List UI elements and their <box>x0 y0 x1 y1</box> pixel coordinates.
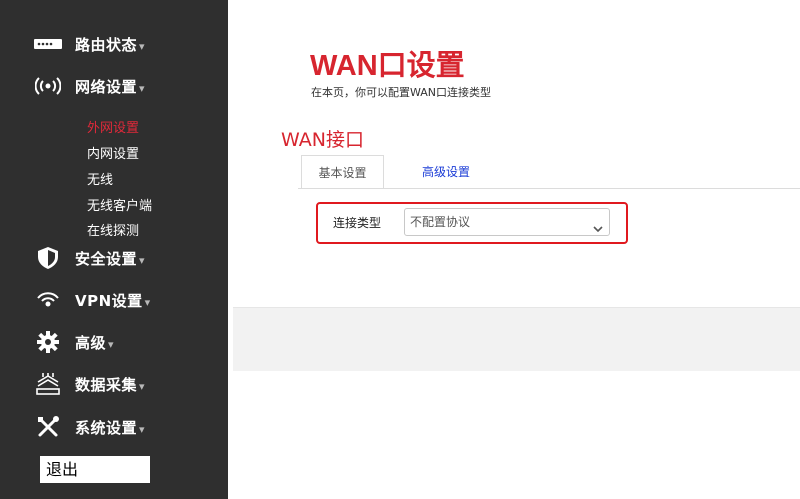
menu-network-settings[interactable]: 网络设置 ▾ <box>0 69 228 103</box>
section-title: WAN接口 <box>281 129 364 151</box>
menu-vpn-settings[interactable]: VPN设置 ▾ <box>0 283 228 317</box>
shield-icon <box>34 244 62 272</box>
router-status-icon <box>34 30 62 58</box>
menu-label: 数据采集 ▾ <box>75 375 146 394</box>
menu-label: 网络设置 ▾ <box>75 77 146 96</box>
menu-label: 高级 ▾ <box>75 333 115 352</box>
tab-divider <box>298 188 800 189</box>
submenu-online-detection[interactable]: 在线探测 <box>87 220 139 239</box>
wireless-signal-icon <box>34 72 62 100</box>
tab-basic-settings[interactable]: 基本设置 <box>301 155 384 189</box>
submenu-wan-settings[interactable]: 外网设置 <box>87 117 139 136</box>
menu-label: 安全设置 ▾ <box>75 249 146 268</box>
menu-advanced[interactable]: 高级 ▾ <box>0 325 228 359</box>
footer-band <box>233 307 800 371</box>
connection-type-label: 连接类型 <box>333 216 382 230</box>
main-content: WAN口设置 在本页，你可以配置WAN口连接类型 WAN接口 基本设置 高级设置… <box>228 0 800 499</box>
menu-security-settings[interactable]: 安全设置 ▾ <box>0 241 228 275</box>
vpn-signal-icon <box>34 286 62 314</box>
menu-label: VPN设置 ▾ <box>75 291 151 310</box>
connection-type-select[interactable]: 不配置协议 <box>404 208 610 236</box>
menu-router-status[interactable]: 路由状态 ▾ <box>0 27 228 61</box>
data-collection-icon <box>34 370 62 398</box>
connection-type-value: 不配置协议 <box>410 215 471 229</box>
sidebar: 路由状态 ▾ 网络设置 ▾ 外网设置 内网设置 无线 无线客户端 在线探测 安全设置… <box>0 0 228 499</box>
tab-advanced-settings[interactable]: 高级设置 <box>406 155 486 189</box>
submenu-lan-settings[interactable]: 内网设置 <box>87 143 139 162</box>
chevron-down-icon <box>593 217 603 233</box>
menu-data-collection[interactable]: 数据采集 ▾ <box>0 367 228 401</box>
submenu-wireless-client[interactable]: 无线客户端 <box>87 195 152 214</box>
gear-icon <box>34 328 62 356</box>
logout-button[interactable]: 退出 <box>40 456 150 483</box>
page-title: WAN口设置 <box>310 50 465 82</box>
menu-label: 系统设置 ▾ <box>75 418 146 437</box>
menu-label: 路由状态 ▾ <box>75 35 146 54</box>
submenu-wireless[interactable]: 无线 <box>87 169 113 188</box>
menu-system-settings[interactable]: 系统设置 ▾ <box>0 410 228 444</box>
tools-icon <box>34 413 62 441</box>
page-subtitle: 在本页，你可以配置WAN口连接类型 <box>311 86 492 99</box>
